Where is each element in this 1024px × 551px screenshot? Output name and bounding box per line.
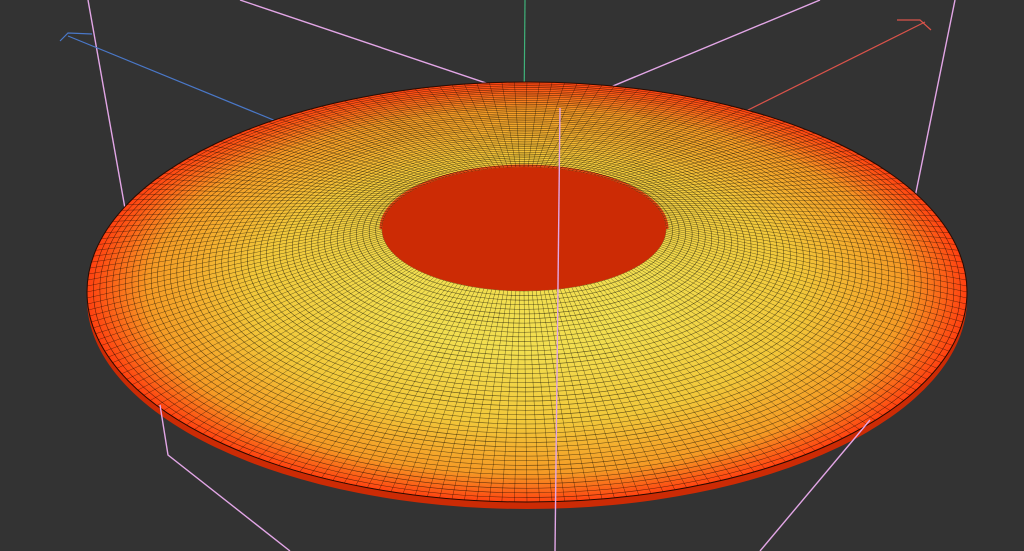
x-axis-arrow-icon [897, 19, 932, 31]
bbox-edge [87, 0, 127, 215]
3d-viewport[interactable] [0, 0, 1024, 551]
torus-surface[interactable] [86, 81, 968, 509]
bbox-edge [911, 0, 956, 213]
